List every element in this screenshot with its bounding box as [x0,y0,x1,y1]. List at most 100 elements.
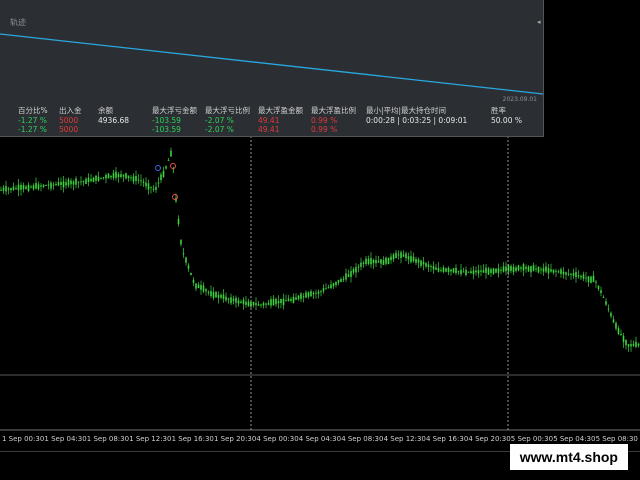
candle-body [422,261,425,265]
trade-exit-marker-2[interactable] [172,194,178,200]
candle-body [315,292,317,294]
candle-body [137,179,140,181]
trade-entry-marker[interactable] [155,165,161,171]
candle-body [322,288,325,292]
candle-body [637,343,640,346]
candlestick-series [0,147,640,352]
candle-body [580,275,582,278]
candle-body [265,303,267,305]
candle-body [452,268,455,273]
candle-body [210,291,212,297]
candle-body [307,292,310,297]
candle-body [5,186,7,192]
candle-body [465,269,467,276]
candle-body [150,186,152,188]
candle-body [132,176,135,182]
candle-body [535,268,537,270]
candle-body [490,269,492,273]
stats-header: 胜率 [491,106,506,115]
candle-body [417,259,420,263]
trade-exit-marker[interactable] [170,163,176,169]
time-axis-label: 1 Sep 16:30 [171,435,214,443]
candle-body [455,267,457,274]
candle-body [240,301,242,304]
candle-body [467,271,470,273]
candle-body [370,258,372,265]
candle-body [532,265,535,271]
candle-body [302,296,305,298]
candle-body [232,298,235,301]
candle-body [620,334,622,336]
candle-body [40,185,42,187]
candle-body [615,322,617,329]
panel-date-label: 2023.09.01 [502,96,537,103]
candle-body [52,184,55,186]
candle-body [612,319,615,323]
candle-body [397,254,400,256]
candle-body [255,303,257,306]
candle-body [215,291,217,298]
time-axis-label: 4 Sep 04:30 [298,435,342,443]
candle-body [157,182,160,184]
candle-body [310,291,312,297]
candle-body [212,292,215,298]
equity-curve-line [0,33,543,95]
candle-body [325,288,327,290]
candle-body [270,299,272,306]
candle-body [237,300,240,304]
candle-body [65,182,67,186]
stats-column-flow: 出入金 5000 5000 [59,106,82,135]
candle-body [272,298,275,306]
candle-body [320,291,322,293]
candle-body [220,294,222,298]
candle-body [622,335,625,342]
candle-body [127,175,130,179]
candle-body [200,285,202,290]
candle-body [50,182,52,189]
candle-body [287,298,290,302]
stats-column-max_float_loss_ratio: 最大浮亏比例 -2.07 % -2.07 % [205,106,250,135]
time-axis-label: 1 Sep 12:30 [129,435,172,443]
candle-body [515,267,517,271]
candle-body [102,177,105,179]
candle-body [342,278,345,280]
candle-body [497,268,500,273]
candle-body [305,292,307,298]
candle-body [147,183,150,190]
candle-body [55,184,57,186]
candle-body [205,289,207,292]
candle-body [600,290,602,294]
candle-body [77,181,80,183]
candle-body [292,296,295,303]
candle-body [382,260,385,265]
candle-body [130,177,132,179]
candle-body [245,301,247,305]
candle-body [372,259,375,264]
candle-body [630,344,632,347]
candle-body [295,297,297,300]
candle-body [285,300,287,302]
candle-body [570,273,572,275]
candle-body [460,269,462,275]
candle-body [430,266,432,268]
panel-scroll-arrow-icon[interactable]: ◂ [537,18,542,26]
stats-cell: -103.59 [152,125,181,134]
candle-body [585,277,587,279]
watermark-label: www.mt4.shop [509,444,628,470]
candle-body [587,276,590,282]
candle-body [37,184,40,190]
candle-body [525,266,527,269]
candle-body [340,279,342,283]
stats-cell: 50.00 % [491,115,522,125]
candle-body [457,271,460,273]
candle-body [0,189,2,191]
candle-body [440,269,442,271]
candle-body [345,273,347,280]
equity-track-panel: 轨迹 ◂ 2023.09.01 百分比% -1.27 % -1.27 % 出入金 500… [0,0,544,137]
candle-body [480,270,482,272]
candle-body [7,188,10,190]
candle-body [377,261,380,263]
time-axis-label: 1 Sep 08:30 [86,435,130,443]
candle-body [625,339,627,346]
stats-header: 最大浮盈金额 [258,106,303,115]
